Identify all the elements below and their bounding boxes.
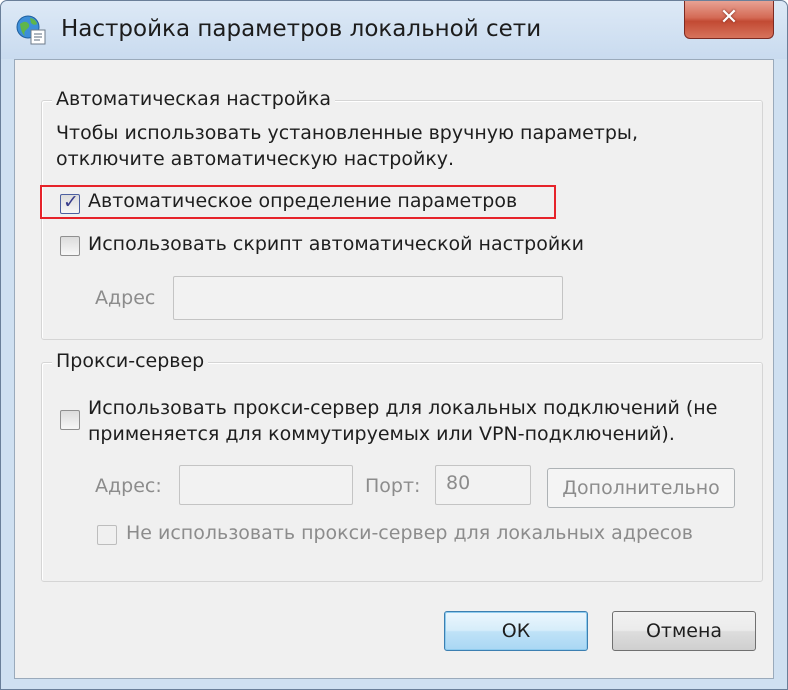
bypass-local-label[interactable]: Не использовать прокси-сервер для локаль…	[126, 522, 693, 544]
auto-config-legend: Автоматическая настройка	[52, 88, 335, 110]
proxy-port-input[interactable]: 80	[435, 465, 531, 505]
use-proxy-label-line1[interactable]: Использовать прокси-сервер для локальных…	[88, 397, 717, 419]
cancel-button[interactable]: Отмена	[612, 611, 756, 651]
script-address-label: Адрес	[95, 287, 156, 309]
close-icon: ✕	[719, 5, 739, 30]
close-button[interactable]: ✕	[684, 1, 774, 39]
window-title: Настройка параметров локальной сети	[61, 16, 542, 42]
dialog-body: Автоматическая настройка Чтобы использов…	[14, 59, 774, 679]
proxy-address-input[interactable]	[179, 465, 353, 505]
auto-config-note-line1: Чтобы использовать установленные вручную…	[56, 122, 638, 144]
use-script-checkbox[interactable]	[60, 236, 80, 256]
proxy-legend: Прокси-сервер	[52, 350, 209, 372]
use-script-label[interactable]: Использовать скрипт автоматической настр…	[88, 233, 584, 255]
proxy-address-label: Адрес:	[95, 475, 162, 497]
lan-settings-dialog: Настройка параметров локальной сети ✕ Ав…	[0, 0, 788, 690]
highlight-box	[40, 185, 556, 219]
title-bar[interactable]: Настройка параметров локальной сети ✕	[1, 1, 787, 59]
script-address-input[interactable]	[173, 276, 563, 320]
use-proxy-checkbox[interactable]	[60, 410, 80, 430]
network-settings-icon	[16, 15, 46, 45]
bypass-local-checkbox[interactable]	[97, 525, 117, 545]
use-proxy-label-line2[interactable]: применяется для коммутируемых или VPN-по…	[88, 423, 675, 445]
ok-button[interactable]: ОК	[444, 611, 588, 651]
auto-config-note-line2: отключите автоматическую настройку.	[56, 148, 455, 170]
proxy-port-label: Порт:	[365, 475, 421, 497]
advanced-button[interactable]: Дополнительно	[547, 468, 735, 508]
